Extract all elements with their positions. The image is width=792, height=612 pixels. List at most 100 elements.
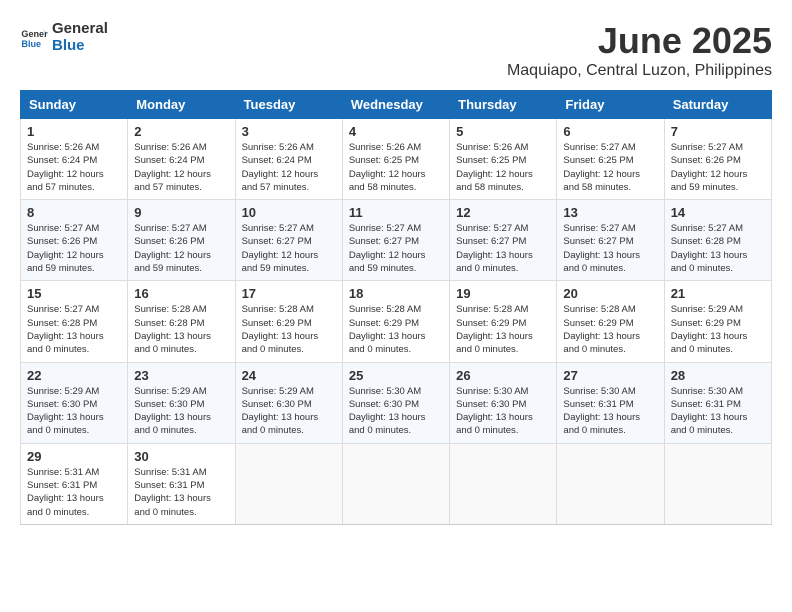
day-info: Sunrise: 5:30 AM Sunset: 6:30 PM Dayligh… [349,385,443,438]
calendar-week-row: 8Sunrise: 5:27 AM Sunset: 6:26 PM Daylig… [21,200,772,281]
day-number: 6 [563,124,657,139]
calendar-day-cell: 3 Sunrise: 5:26 AM Sunset: 6:24 PM Daylig… [235,119,342,200]
day-number: 25 [349,368,443,383]
calendar-day-cell: 1Sunrise: 5:26 AM Sunset: 6:24 PM Daylig… [21,119,128,200]
day-number: 13 [563,205,657,220]
day-number: 23 [134,368,228,383]
calendar-day-cell: 22Sunrise: 5:29 AM Sunset: 6:30 PM Dayli… [21,362,128,443]
day-number: 29 [27,449,121,464]
day-info: Sunrise: 5:26 AM Sunset: 6:24 PM Dayligh… [242,141,336,194]
day-number: 7 [671,124,765,139]
logo-line1: General [52,20,108,37]
day-info: Sunrise: 5:27 AM Sunset: 6:27 PM Dayligh… [563,222,657,275]
day-number: 14 [671,205,765,220]
day-info: Sunrise: 5:27 AM Sunset: 6:28 PM Dayligh… [27,303,121,356]
calendar-header-cell: Sunday [21,91,128,119]
calendar-day-cell: 24Sunrise: 5:29 AM Sunset: 6:30 PM Dayli… [235,362,342,443]
svg-text:Blue: Blue [21,39,41,49]
day-number: 11 [349,205,443,220]
calendar-day-cell: 19 Sunrise: 5:28 AM Sunset: 6:29 PM Dayli… [450,281,557,362]
logo-line2: Blue [52,37,108,54]
calendar-day-cell: 16Sunrise: 5:28 AM Sunset: 6:28 PM Dayli… [128,281,235,362]
day-info: Sunrise: 5:28 AM Sunset: 6:29 PM Dayligh… [563,303,657,356]
day-info: Sunrise: 5:29 AM Sunset: 6:29 PM Dayligh… [671,303,765,356]
logo: General Blue General Blue [20,20,108,54]
day-number: 5 [456,124,550,139]
day-number: 12 [456,205,550,220]
calendar-day-cell: 10Sunrise: 5:27 AM Sunset: 6:27 PM Dayli… [235,200,342,281]
calendar-day-cell: 30 Sunrise: 5:31 AM Sunset: 6:31 PM Dayli… [128,443,235,524]
day-number: 19 [456,286,550,301]
day-info: Sunrise: 5:29 AM Sunset: 6:30 PM Dayligh… [134,385,228,438]
day-number: 22 [27,368,121,383]
calendar-day-cell: 9Sunrise: 5:27 AM Sunset: 6:26 PM Daylig… [128,200,235,281]
calendar-header-cell: Thursday [450,91,557,119]
day-number: 15 [27,286,121,301]
calendar-day-cell: 26 Sunrise: 5:30 AM Sunset: 6:30 PM Dayli… [450,362,557,443]
calendar-day-cell: 23 Sunrise: 5:29 AM Sunset: 6:30 PM Dayli… [128,362,235,443]
day-number: 2 [134,124,228,139]
calendar-day-cell [557,443,664,524]
calendar-header-cell: Monday [128,91,235,119]
calendar-day-cell: 29Sunrise: 5:31 AM Sunset: 6:31 PM Dayli… [21,443,128,524]
day-info: Sunrise: 5:27 AM Sunset: 6:26 PM Dayligh… [27,222,121,275]
day-info: Sunrise: 5:26 AM Sunset: 6:24 PM Dayligh… [134,141,228,194]
calendar-body: 1Sunrise: 5:26 AM Sunset: 6:24 PM Daylig… [21,119,772,525]
day-number: 28 [671,368,765,383]
day-info: Sunrise: 5:27 AM Sunset: 6:27 PM Dayligh… [456,222,550,275]
calendar-day-cell [235,443,342,524]
calendar-week-row: 22 Sunrise: 5:29 AM Sunset: 6:30 PM Dayli… [21,362,772,443]
calendar-day-cell: 14 Sunrise: 5:27 AM Sunset: 6:28 PM Dayli… [664,200,771,281]
day-info: Sunrise: 5:28 AM Sunset: 6:29 PM Dayligh… [242,303,336,356]
calendar-day-cell [450,443,557,524]
day-number: 30 [134,449,228,464]
calendar-day-cell: 18Sunrise: 5:28 AM Sunset: 6:29 PM Dayli… [342,281,449,362]
day-info: Sunrise: 5:28 AM Sunset: 6:29 PM Dayligh… [456,303,550,356]
header: General Blue General Blue June 2025 Maqu… [20,20,772,80]
logo-icon: General Blue [20,23,48,51]
calendar-day-cell: 17 Sunrise: 5:28 AM Sunset: 6:29 PM Dayli… [235,281,342,362]
day-number: 27 [563,368,657,383]
day-info: Sunrise: 5:30 AM Sunset: 6:31 PM Dayligh… [671,385,765,438]
day-number: 26 [456,368,550,383]
day-info: Sunrise: 5:30 AM Sunset: 6:31 PM Dayligh… [563,385,657,438]
calendar-day-cell: 4Sunrise: 5:26 AM Sunset: 6:25 PM Daylig… [342,119,449,200]
calendar-day-cell: 7 Sunrise: 5:27 AM Sunset: 6:26 PM Daylig… [664,119,771,200]
calendar-day-cell: 11 Sunrise: 5:27 AM Sunset: 6:27 PM Dayli… [342,200,449,281]
day-number: 21 [671,286,765,301]
day-info: Sunrise: 5:26 AM Sunset: 6:24 PM Dayligh… [27,141,121,194]
day-info: Sunrise: 5:27 AM Sunset: 6:26 PM Dayligh… [671,141,765,194]
calendar-week-row: 29 Sunrise: 5:31 AM Sunset: 6:31 PM Dayli… [21,443,772,524]
month-title: June 2025 [507,20,772,62]
calendar-day-cell: 25 Sunrise: 5:30 AM Sunset: 6:30 PM Dayli… [342,362,449,443]
calendar-day-cell [664,443,771,524]
calendar-day-cell: 21 Sunrise: 5:29 AM Sunset: 6:29 PM Dayli… [664,281,771,362]
calendar-week-row: 1Sunrise: 5:26 AM Sunset: 6:24 PM Daylig… [21,119,772,200]
calendar-day-cell: 6Sunrise: 5:27 AM Sunset: 6:25 PM Daylig… [557,119,664,200]
day-number: 16 [134,286,228,301]
calendar-day-cell: 8Sunrise: 5:27 AM Sunset: 6:26 PM Daylig… [21,200,128,281]
calendar-day-cell: 27 Sunrise: 5:30 AM Sunset: 6:31 PM Dayli… [557,362,664,443]
day-number: 17 [242,286,336,301]
calendar-week-row: 15 Sunrise: 5:27 AM Sunset: 6:28 PM Dayli… [21,281,772,362]
calendar-day-cell [342,443,449,524]
day-info: Sunrise: 5:31 AM Sunset: 6:31 PM Dayligh… [134,466,228,519]
calendar-header-cell: Wednesday [342,91,449,119]
day-number: 4 [349,124,443,139]
location-title: Maquiapo, Central Luzon, Philippines [507,62,772,80]
calendar-day-cell: 2 Sunrise: 5:26 AM Sunset: 6:24 PM Daylig… [128,119,235,200]
day-number: 20 [563,286,657,301]
day-number: 3 [242,124,336,139]
day-info: Sunrise: 5:27 AM Sunset: 6:27 PM Dayligh… [349,222,443,275]
calendar-header-cell: Saturday [664,91,771,119]
day-number: 24 [242,368,336,383]
calendar-day-cell: 15 Sunrise: 5:27 AM Sunset: 6:28 PM Dayli… [21,281,128,362]
day-number: 10 [242,205,336,220]
calendar-day-cell: 28 Sunrise: 5:30 AM Sunset: 6:31 PM Dayli… [664,362,771,443]
day-info: Sunrise: 5:30 AM Sunset: 6:30 PM Dayligh… [456,385,550,438]
page-container: General Blue General Blue June 2025 Maqu… [20,20,772,525]
day-info: Sunrise: 5:27 AM Sunset: 6:28 PM Dayligh… [671,222,765,275]
calendar-day-cell: 13 Sunrise: 5:27 AM Sunset: 6:27 PM Dayli… [557,200,664,281]
calendar-day-cell: 5Sunrise: 5:26 AM Sunset: 6:25 PM Daylig… [450,119,557,200]
calendar-header-cell: Tuesday [235,91,342,119]
